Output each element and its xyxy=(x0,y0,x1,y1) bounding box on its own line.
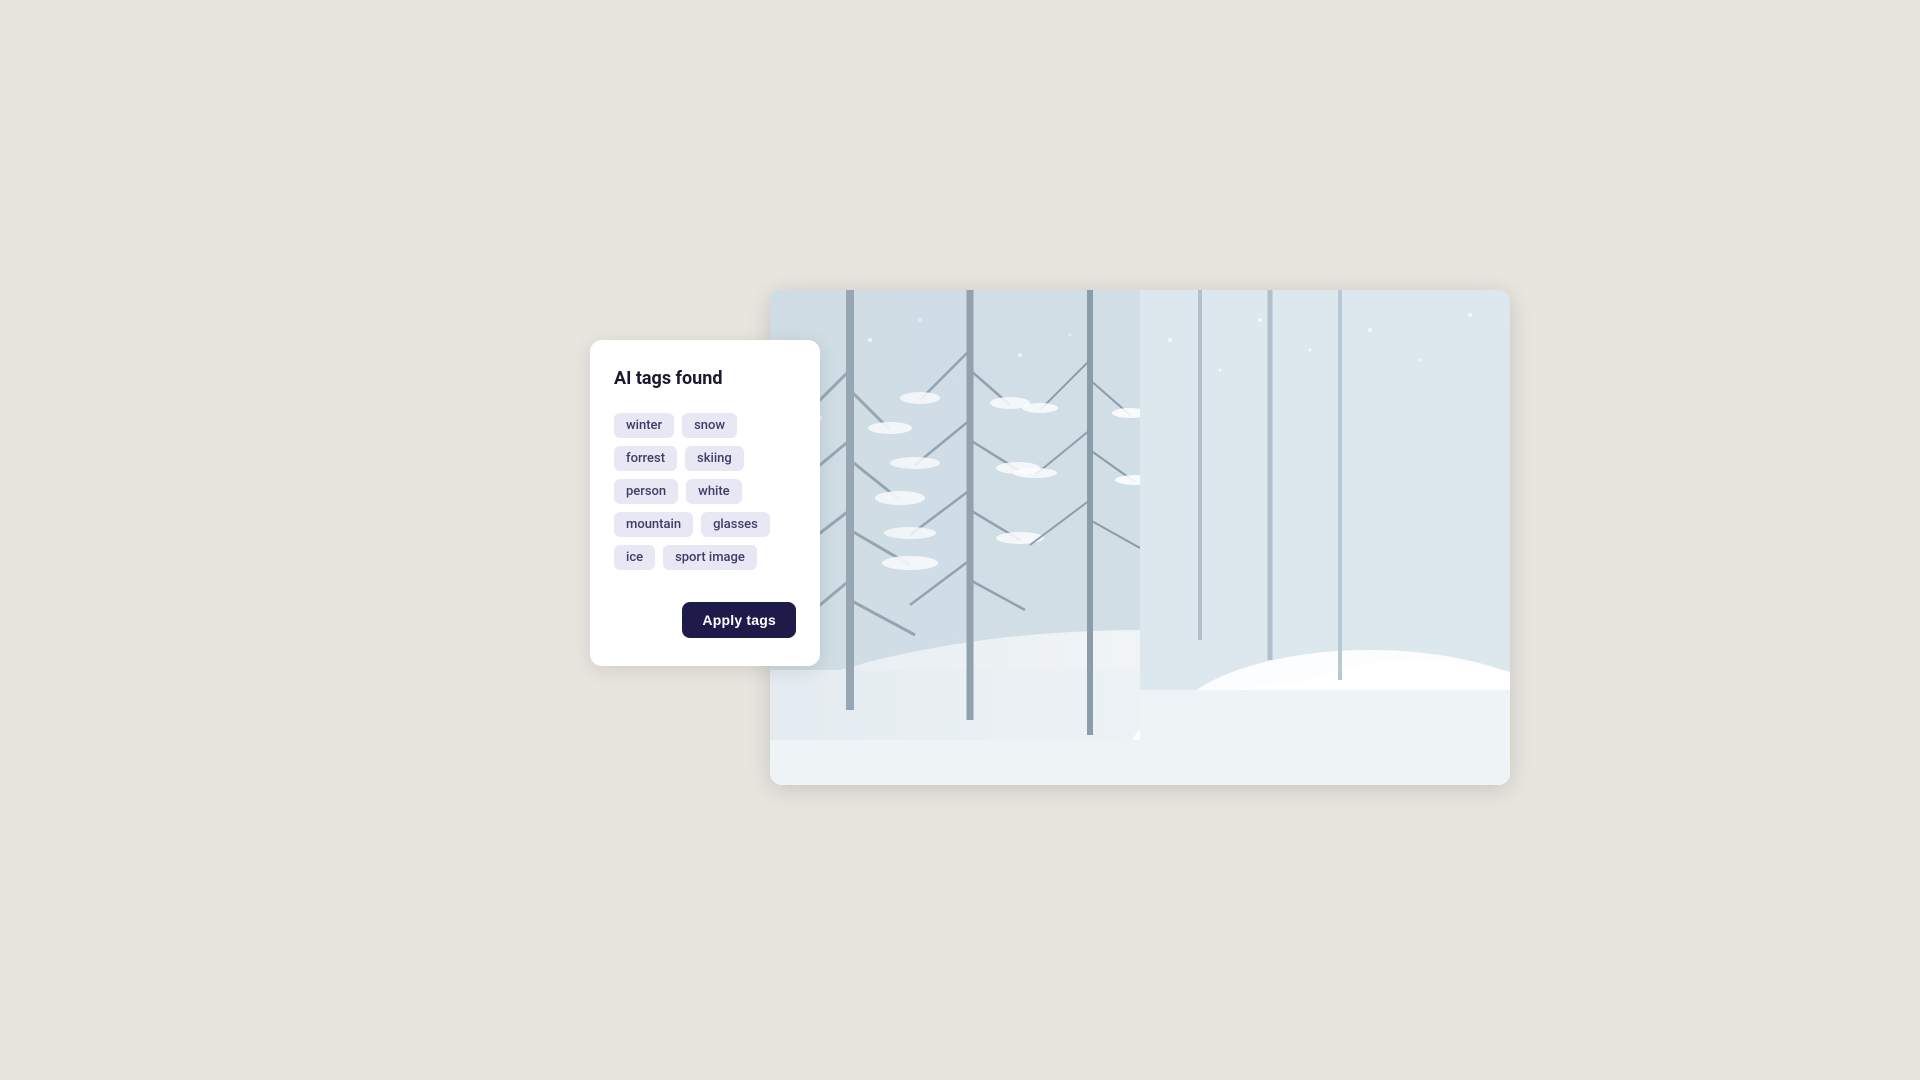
main-container: AI tags found winter snowforrest skiing per… xyxy=(590,290,1330,790)
skiing-image xyxy=(770,290,1510,785)
tag-white[interactable]: white xyxy=(686,479,741,504)
tag-mountain[interactable]: mountain xyxy=(614,512,693,537)
tag-snow[interactable]: snow xyxy=(682,413,737,438)
tags-grid: winter snowforrest skiing person white mounta… xyxy=(614,413,796,570)
tag-ice[interactable]: ice xyxy=(614,545,655,570)
tag-skiing[interactable]: skiing xyxy=(685,446,744,471)
panel-title: AI tags found xyxy=(614,368,796,389)
apply-tags-button[interactable]: Apply tags xyxy=(682,602,796,638)
tag-person[interactable]: person xyxy=(614,479,678,504)
tag-forrest[interactable]: forrest xyxy=(614,446,677,471)
tag-sport-image[interactable]: sport image xyxy=(663,545,757,570)
ai-tags-panel: AI tags found winter snowforrest skiing per… xyxy=(590,340,820,666)
tag-winter[interactable]: winter xyxy=(614,413,674,438)
tag-glasses[interactable]: glasses xyxy=(701,512,770,537)
skiing-image-container xyxy=(770,290,1510,785)
